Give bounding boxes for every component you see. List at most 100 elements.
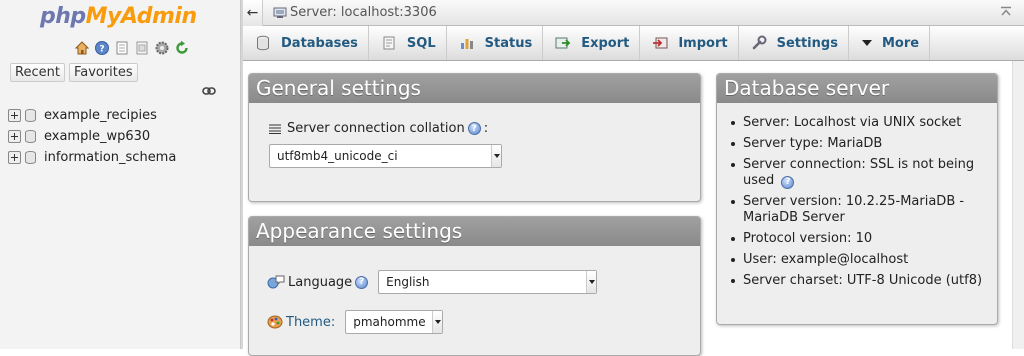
phpmyadmin-logo[interactable]: phpMyAdmin [40, 4, 197, 29]
expand-icon[interactable] [8, 151, 21, 164]
panel-title: Database server [717, 74, 997, 103]
database-name[interactable]: example_wp630 [44, 129, 150, 144]
tab-sql[interactable]: SQL [369, 26, 447, 60]
database-icon [25, 130, 36, 143]
tab-export[interactable]: Export [543, 26, 641, 60]
theme-label[interactable]: Theme: [286, 315, 335, 330]
logo-myadmin-text: MyAdmin [85, 4, 197, 29]
panel-title: General settings [249, 74, 700, 103]
sql-docs-icon[interactable] [134, 40, 150, 56]
language-icon [267, 275, 285, 289]
help-icon[interactable]: ? [781, 175, 795, 189]
database-icon [25, 151, 36, 164]
help-icon[interactable]: ? [467, 122, 481, 135]
theme-select-value: pmahomme [353, 315, 426, 329]
database-item[interactable]: example_wp630 [8, 126, 176, 147]
tab-settings-label: Settings [776, 35, 838, 51]
server-info-text: Server charset: UTF-8 Unicode (utf8) [743, 273, 983, 288]
status-icon [460, 39, 473, 49]
database-item[interactable]: example_recipies [8, 105, 176, 126]
list-item: User: example@localhost [731, 252, 985, 268]
server-info-list: Server: Localhost via UNIX socket Server… [717, 103, 997, 289]
tab-databases-label: Databases [281, 35, 358, 51]
language-select[interactable]: English [378, 270, 598, 294]
expand-icon[interactable] [8, 109, 21, 122]
theme-row: Theme: pmahomme [267, 310, 682, 334]
tab-sql-label: SQL [406, 35, 436, 51]
home-icon[interactable] [74, 40, 90, 56]
export-icon [555, 37, 571, 49]
tab-import[interactable]: Import [640, 26, 739, 60]
server-info-text: Server type: MariaDB [743, 136, 883, 151]
database-server-panel: Database server Server: Localhost via UN… [716, 73, 998, 325]
list-item: Server charset: UTF-8 Unicode (utf8) [731, 273, 985, 289]
collation-select[interactable]: utf8mb4_unicode_ci [269, 144, 502, 168]
navigation-panel: phpMyAdmin ? Recent Favorites example_re… [0, 0, 240, 349]
tab-settings[interactable]: Settings [739, 26, 849, 60]
reload-icon[interactable] [174, 40, 190, 56]
top-breadcrumb-bar: ← Server: localhost:3306 [243, 0, 1024, 26]
server-info-text: Server connection: SSL is not being used [743, 157, 975, 188]
tab-status-label: Status [484, 35, 533, 51]
chevron-down-icon [491, 145, 501, 167]
tab-status[interactable]: Status [447, 26, 544, 60]
recent-tab[interactable]: Recent [10, 63, 65, 82]
help-icon[interactable]: ? [355, 275, 369, 289]
chevron-down-icon [432, 311, 443, 333]
appearance-settings-panel: Appearance settings Language ? English T… [248, 216, 701, 356]
palette-icon [267, 315, 283, 329]
sql-icon [383, 36, 395, 50]
database-tree: example_recipies example_wp630 informati… [8, 105, 176, 168]
settings-icon[interactable] [154, 40, 170, 56]
server-breadcrumb-label: Server: localhost:3306 [290, 5, 437, 20]
wrench-icon [752, 35, 767, 50]
collation-select-value: utf8mb4_unicode_ci [277, 149, 398, 163]
language-select-value: English [386, 275, 430, 289]
server-info-text: Protocol version: 10 [743, 231, 873, 246]
expand-icon[interactable] [8, 130, 21, 143]
tab-more[interactable]: More [849, 26, 931, 60]
breadcrumb[interactable]: Server: localhost:3306 [273, 5, 437, 20]
scrollbar[interactable] [1012, 61, 1024, 349]
help-icon[interactable]: ? [94, 40, 110, 56]
favorites-tab[interactable]: Favorites [68, 63, 138, 82]
list-item: Server: Localhost via UNIX socket [731, 115, 985, 131]
server-info-text: User: example@localhost [743, 252, 909, 267]
language-row: Language ? English [267, 270, 682, 294]
tab-export-label: Export [581, 35, 630, 51]
server-icon [273, 7, 287, 18]
nav-icon-bar: ? [74, 40, 190, 56]
collation-row: Server connection collation ? : [269, 121, 680, 136]
nav-tabs: Recent Favorites [10, 63, 138, 82]
general-settings-panel: General settings Server connection colla… [248, 73, 701, 202]
theme-select[interactable]: pmahomme [345, 310, 444, 334]
chevron-down-icon [586, 271, 597, 293]
collation-icon [269, 124, 281, 134]
list-item: Protocol version: 10 [731, 231, 985, 247]
docs-icon[interactable] [114, 40, 130, 56]
database-item[interactable]: information_schema [8, 147, 176, 168]
list-item: Server connection: SSL is not being used… [731, 157, 985, 189]
chevron-down-icon [861, 40, 872, 46]
database-icon [25, 109, 36, 122]
collapse-top-icon[interactable] [1000, 6, 1012, 18]
tab-more-label: More [881, 35, 920, 51]
panel-title: Appearance settings [249, 217, 700, 246]
collation-label: Server connection collation [287, 121, 465, 136]
import-icon [653, 37, 668, 49]
database-icon [257, 35, 269, 51]
collation-label-suffix: : [483, 121, 489, 136]
link-with-main-panel-icon[interactable] [202, 86, 216, 96]
collapse-navigation-button[interactable]: ← [243, 0, 263, 26]
main-menu: Databases SQL Status Export Import Setti… [243, 26, 1024, 61]
database-name[interactable]: example_recipies [44, 108, 157, 123]
database-name[interactable]: information_schema [44, 150, 176, 165]
server-info-text: Server version: 10.2.25-MariaDB - MariaD… [743, 194, 965, 225]
tab-databases[interactable]: Databases [243, 26, 369, 60]
language-label: Language [288, 274, 353, 290]
list-item: Server version: 10.2.25-MariaDB - MariaD… [731, 194, 985, 226]
svg-text:?: ? [99, 45, 104, 55]
list-item: Server type: MariaDB [731, 136, 985, 152]
logo-php-text: php [40, 4, 86, 29]
tab-import-label: Import [678, 35, 728, 51]
